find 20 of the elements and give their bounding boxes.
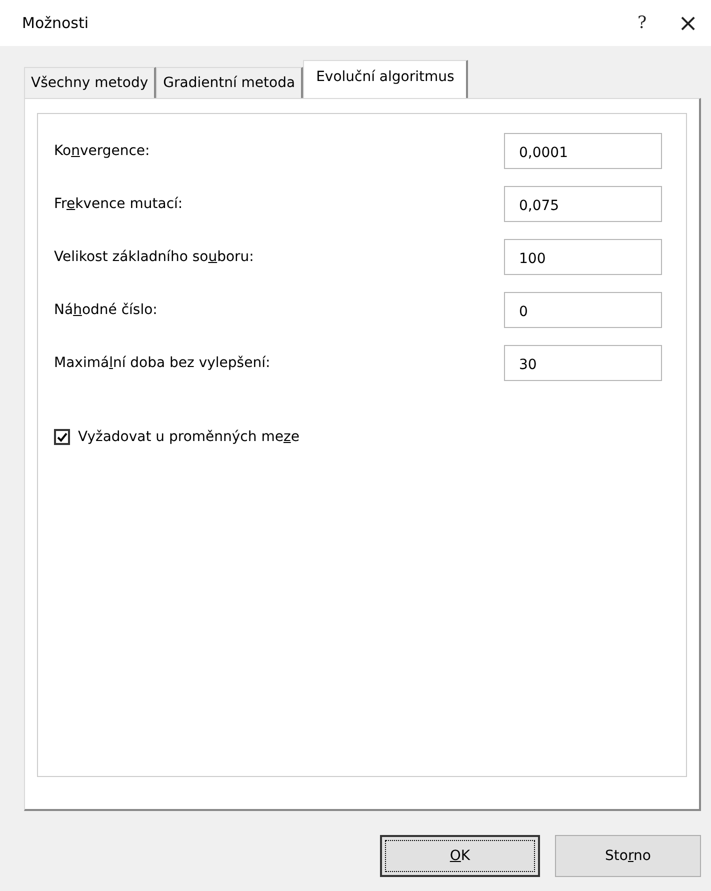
input-field[interactable]: 30	[504, 344, 662, 380]
dialog-button[interactable]: OK	[380, 835, 540, 877]
field-label: Náhodné číslo:	[54, 302, 158, 318]
tab[interactable]: Gradientní metoda	[156, 67, 304, 98]
checkbox[interactable]	[54, 429, 70, 445]
field-label: Velikost základního souboru:	[54, 248, 254, 264]
input-field[interactable]: 100	[504, 238, 662, 274]
help-button[interactable]: ?	[619, 3, 665, 43]
checkbox-label: Vyžadovat u proměnných meze	[78, 429, 300, 445]
field-label: Frekvence mutací:	[54, 196, 183, 212]
window-title: Možnosti	[22, 14, 90, 32]
close-button[interactable]: ×	[665, 3, 711, 43]
input-field[interactable]: 0,075	[504, 186, 662, 222]
input-field[interactable]: 0,0001	[504, 132, 662, 168]
tab[interactable]: Všechny metody	[24, 67, 156, 98]
tab[interactable]: Evoluční algoritmus	[303, 60, 468, 98]
field-label: Konvergence:	[54, 142, 150, 158]
dialog-button[interactable]: Storno	[555, 835, 701, 877]
field-label: Maximální doba bez vylepšení:	[54, 354, 270, 370]
input-field[interactable]: 0	[504, 292, 662, 328]
